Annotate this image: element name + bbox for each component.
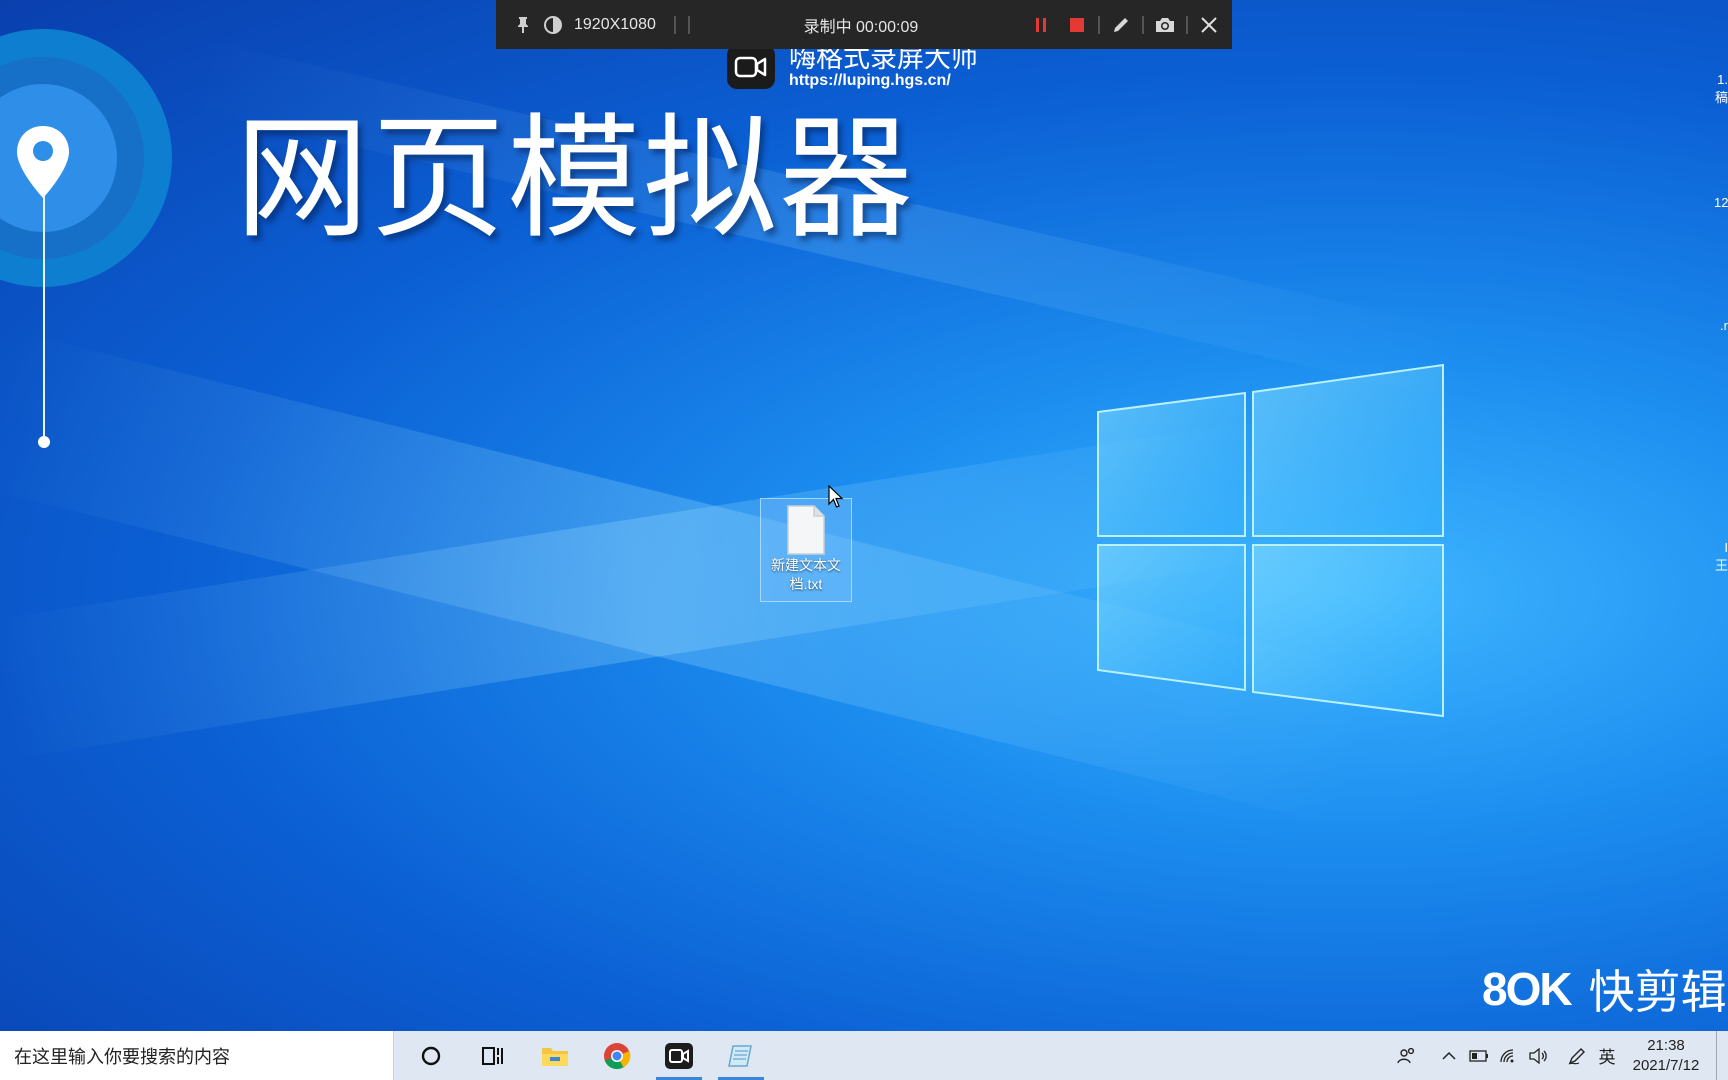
clock-time: 21:38: [1647, 1036, 1685, 1054]
battery-icon[interactable]: [1464, 1031, 1494, 1080]
text-file-icon: [787, 505, 825, 555]
editor-watermark-text: 快剪辑: [1588, 966, 1727, 1018]
file-explorer-icon[interactable]: [524, 1031, 586, 1080]
close-icon[interactable]: [1194, 10, 1224, 40]
clock[interactable]: 21:38 2021/7/12: [1622, 1036, 1710, 1076]
chrome-icon[interactable]: [586, 1031, 648, 1080]
recorder-app-icon[interactable]: [648, 1031, 710, 1080]
video-camera-icon: [727, 45, 775, 89]
edge-text: 12: [1714, 195, 1728, 210]
desktop-file-icon[interactable]: 新建文本文档.txt: [760, 498, 852, 602]
system-tray: 英 21:38 2021/7/12: [1392, 1031, 1728, 1080]
recorder-toolbar: 1920X1080 录制中 00:00:09: [496, 0, 1232, 49]
stop-icon[interactable]: [1062, 10, 1092, 40]
show-desktop-button[interactable]: [1716, 1031, 1728, 1080]
overlay-title: 网页模拟器: [235, 105, 916, 254]
pin-dot: [38, 436, 50, 448]
wifi-icon[interactable]: [1494, 1031, 1524, 1080]
windows-logo: [1097, 363, 1444, 718]
search-placeholder: 在这里输入你要搜索的内容: [14, 1046, 230, 1067]
edge-text: 1.: [1717, 72, 1728, 87]
divider: [1142, 15, 1144, 34]
divider: [687, 15, 690, 34]
divider: [1186, 15, 1188, 34]
edge-text: 王: [1714, 558, 1728, 573]
camera-icon[interactable]: [1150, 10, 1180, 40]
watermark-url: https://luping.hgs.cn/: [789, 72, 951, 89]
resolution-label: 1920X1080: [574, 15, 656, 33]
location-pin-icon: [17, 126, 69, 198]
chevron-up-icon[interactable]: [1434, 1031, 1464, 1080]
contrast-icon[interactable]: [538, 10, 568, 40]
editor-watermark: 8OK 快剪辑: [1482, 956, 1727, 1022]
pin-line: [43, 170, 45, 442]
pen-icon[interactable]: [1106, 10, 1136, 40]
edge-text: .r: [1720, 318, 1728, 333]
notepad-icon[interactable]: [710, 1031, 772, 1080]
taskbar: 在这里输入你要搜索的内容 英 21:38 2021/7/12: [0, 1031, 1728, 1080]
task-view-icon[interactable]: [462, 1031, 524, 1080]
recorder-watermark: 嗨格式录屏大师 https://luping.hgs.cn/: [727, 44, 978, 90]
clock-date: 2021/7/12: [1632, 1056, 1700, 1074]
pin-icon[interactable]: [508, 10, 538, 40]
cortana-icon[interactable]: [400, 1031, 462, 1080]
divider: [1098, 15, 1100, 34]
edge-text: 稿: [1714, 90, 1728, 105]
mouse-cursor-icon: [828, 485, 844, 508]
file-label: 新建文本文档.txt: [771, 557, 841, 592]
pause-icon[interactable]: [1026, 10, 1056, 40]
people-icon[interactable]: [1392, 1031, 1422, 1080]
volume-icon[interactable]: [1524, 1031, 1554, 1080]
divider: [673, 15, 676, 34]
taskbar-search-input[interactable]: 在这里输入你要搜索的内容: [0, 1031, 394, 1080]
kuaijian-logo-icon: 8OK: [1482, 963, 1573, 1015]
pen-workspace-icon[interactable]: [1562, 1031, 1592, 1080]
edge-text: I: [1724, 540, 1728, 555]
desktop: 网页模拟器 嗨格式录屏大师 https://luping.hgs.cn/ 新建文…: [0, 0, 1728, 1031]
ime-indicator[interactable]: 英: [1592, 1031, 1622, 1080]
recording-status: 录制中 00:00:09: [803, 18, 919, 36]
